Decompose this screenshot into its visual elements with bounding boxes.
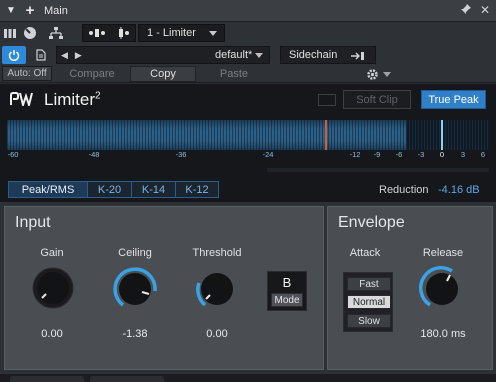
meter-scale: -60 -48 -36 -24 -12 -9 -6 -3 0 3 6 <box>0 150 496 168</box>
threshold-knob[interactable] <box>193 265 241 313</box>
preset-toolbar: ◀ ▶ default* Sidechain <box>0 44 496 65</box>
envelope-panel: Envelope Attack Fast Normal Slow Release 1… <box>327 206 493 370</box>
compare-button[interactable]: Compare <box>56 66 128 82</box>
tab-k-14[interactable]: K-14 <box>131 181 176 198</box>
scale-label: 0 <box>439 150 445 159</box>
plugin-header: Limiter2 Soft Clip True Peak <box>0 84 496 114</box>
insert-position-control[interactable] <box>82 24 136 42</box>
close-icon[interactable]: ✕ <box>480 3 490 18</box>
bottom-strip <box>0 374 496 382</box>
mixer-icon[interactable] <box>0 24 20 42</box>
threshold-label: Threshold <box>192 247 242 259</box>
power-icon <box>8 50 20 61</box>
insert-pre-icon[interactable] <box>88 27 106 39</box>
gain-label: Gain <box>40 247 64 259</box>
add-icon[interactable]: + <box>22 2 38 19</box>
mode-switch[interactable]: B Mode <box>267 271 307 311</box>
release-value: 180.0 ms <box>420 328 466 340</box>
scale-label: 3 <box>460 150 466 159</box>
release-knob[interactable] <box>418 265 466 313</box>
level-meter <box>7 120 406 150</box>
paste-button[interactable]: Paste <box>198 66 270 82</box>
input-panel: Input Gain 0.00 Ceiling -1.38 Threshold … <box>4 206 324 370</box>
plugin-name: Limiter <box>44 90 96 109</box>
attack-option-slow[interactable]: Slow <box>347 314 391 328</box>
device-toolbar: 1 - Limiter <box>0 22 496 44</box>
threshold-value: 0.00 <box>206 328 228 340</box>
preset-selector[interactable]: ◀ ▶ default* <box>56 46 270 64</box>
tab-k-12[interactable]: K-12 <box>175 181 219 198</box>
chevron-down-icon <box>209 31 217 36</box>
peak-indicator <box>325 120 327 150</box>
attack-option-fast[interactable]: Fast <box>347 277 391 291</box>
plugin-title: Limiter2 <box>44 90 101 110</box>
gain-reduction-meter <box>267 168 489 172</box>
attack-label: Attack <box>349 247 381 259</box>
power-button[interactable] <box>2 46 26 64</box>
reduction-label: Reduction <box>379 184 429 196</box>
next-preset-icon[interactable]: ▶ <box>75 50 82 61</box>
gain-value: 0.00 <box>41 328 63 340</box>
chevron-down-icon <box>255 53 263 58</box>
mode-label: Mode <box>271 293 303 307</box>
scale-label: -3 <box>417 150 425 159</box>
ceiling-label: Ceiling <box>118 247 152 259</box>
pin-icon[interactable] <box>460 3 472 18</box>
window-title: Main <box>44 4 68 17</box>
settings-menu[interactable] <box>366 66 400 82</box>
preset-file-icon[interactable] <box>30 47 52 63</box>
meter-mode-tabs: Peak/RMS K-20 K-14 K-12 <box>8 181 219 198</box>
soft-clip-button[interactable]: Soft Clip <box>343 90 411 109</box>
presonus-logo-icon <box>10 92 36 109</box>
automation-toolbar: Auto: Off Compare Copy Paste <box>0 65 496 83</box>
device-name: 1 - Limiter <box>147 27 196 39</box>
release-label: Release <box>422 247 464 259</box>
meter-headroom <box>406 120 490 150</box>
ceiling-knob[interactable] <box>111 265 159 313</box>
insert-post-icon[interactable] <box>116 27 130 39</box>
tab-k-20[interactable]: K-20 <box>87 181 132 198</box>
scale-label: -48 <box>88 150 100 159</box>
scale-label: -12 <box>349 150 361 159</box>
meter-knob-icon[interactable] <box>20 24 40 42</box>
sidechain-button[interactable]: Sidechain <box>280 46 376 64</box>
scale-label: -9 <box>373 150 381 159</box>
ceiling-marker <box>441 120 443 150</box>
scale-label: 6 <box>480 150 486 159</box>
header-indicator <box>318 94 336 106</box>
input-title: Input <box>15 214 51 231</box>
scale-label: -36 <box>175 150 187 159</box>
controls-area: Input Gain 0.00 Ceiling -1.38 Threshold … <box>0 202 496 374</box>
true-peak-button[interactable]: True Peak <box>421 90 486 109</box>
collapse-chevron-icon[interactable]: ▼ <box>0 5 22 16</box>
mode-value: B <box>282 275 292 290</box>
scale-label: -6 <box>395 150 403 159</box>
tab-peak-rms[interactable]: Peak/RMS <box>8 181 88 198</box>
gain-knob[interactable] <box>32 267 74 309</box>
gear-icon <box>367 68 378 80</box>
device-selector[interactable]: 1 - Limiter <box>138 24 225 42</box>
sidechain-input-icon <box>351 51 365 64</box>
routing-icon[interactable] <box>46 24 66 42</box>
attack-option-normal[interactable]: Normal <box>347 295 391 309</box>
plugin-version: 2 <box>95 90 101 102</box>
meter-section: -60 -48 -36 -24 -12 -9 -6 -3 0 3 6 Peak/RMS K-20 K-1… <box>0 114 496 202</box>
automation-mode-button[interactable]: Auto: Off <box>2 66 52 81</box>
envelope-title: Envelope <box>338 214 405 231</box>
copy-button[interactable]: Copy <box>130 66 196 82</box>
ceiling-value: -1.38 <box>122 328 148 340</box>
attack-selector: Fast Normal Slow <box>343 272 393 332</box>
scale-label: -60 <box>7 150 19 159</box>
window-titlebar: ▼ + Main ✕ <box>0 0 496 22</box>
sidechain-label: Sidechain <box>289 49 338 61</box>
previous-preset-icon[interactable]: ◀ <box>61 50 68 61</box>
reduction-value: -4.16 dB <box>438 184 480 196</box>
chevron-down-icon <box>383 71 391 77</box>
scale-label: -24 <box>262 150 274 159</box>
